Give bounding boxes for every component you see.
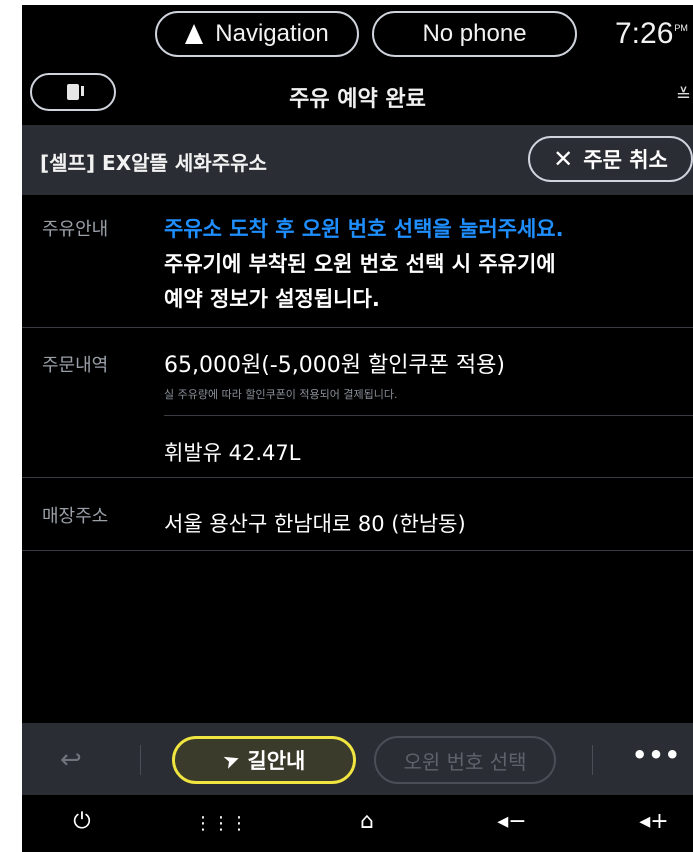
clock-time: 7:26 [615,17,674,50]
power-icon[interactable]: ⏻ [62,809,102,834]
station-header: [셀프] EX알뜰 세화주유소 ✕ 주문 취소 [22,125,693,195]
fuel-guide-line-2: 주유기에 부착된 오윈 번호 선택 시 주유기에 [164,252,556,276]
volume-down-icon[interactable]: ◂− [492,809,532,834]
route-guide-button[interactable]: ➤ 길안내 [172,736,356,784]
navigation-button[interactable]: Navigation [155,11,359,57]
divider [164,415,693,416]
divider [22,550,693,551]
system-bar: ⏻ ⋮⋮⋮ ⌂ ◂− ◂+ [22,795,693,852]
fuel-guide-label: 주유안내 [42,219,109,240]
cancel-order-button[interactable]: ✕ 주문 취소 [528,136,693,182]
clock-suffix: PM [674,23,688,33]
menu-edge-icon[interactable]: ≚ [676,85,691,106]
divider [592,745,593,775]
back-icon[interactable]: ↩ [60,745,82,775]
divider [22,327,693,328]
address-value: 서울 용산구 한남대로 80 (한남동) [164,512,466,536]
title-bar: 주유 예약 완료 ≚ [22,65,693,123]
pump-number-select-button[interactable]: 오윈 번호 선택 [374,736,556,784]
more-options-button[interactable]: ••• [632,741,681,769]
clock: 7:26PM [615,17,688,51]
divider [140,745,141,775]
navigation-arrow-icon: ➤ [219,745,243,775]
divider [22,477,693,478]
navigation-label: Navigation [215,20,329,47]
order-fuel: 휘발유 42.47L [164,441,301,465]
order-amount: 65,000원(-5,000원 할인쿠폰 적용) [164,353,505,378]
action-bar: ↩ ➤ 길안내 오윈 번호 선택 ••• [22,723,693,795]
status-bar: Navigation No phone 7:26PM [22,5,693,62]
address-label: 매장주소 [42,506,109,527]
apps-grid-icon[interactable]: ⋮⋮⋮ [194,813,248,834]
navigation-arrow-icon [185,24,204,44]
route-guide-label: 길안내 [247,749,306,773]
fuel-guide-line-1: 주유소 도착 후 오윈 번호 선택을 눌러주세요. [164,217,564,241]
phone-button[interactable]: No phone [372,11,577,57]
volume-up-icon[interactable]: ◂+ [634,809,674,834]
screen: Navigation No phone 7:26PM 주유 예약 완료 ≚ [셀… [22,5,693,852]
page-title: 주유 예약 완료 [289,87,426,112]
station-name: [셀프] EX알뜰 세화주유소 [40,151,267,175]
cancel-order-label: 주문 취소 [583,148,668,172]
close-icon: ✕ [553,145,574,173]
fuel-guide-line-3: 예약 정보가 설정됩니다. [164,287,380,311]
order-label: 주문내역 [42,355,109,376]
order-note: 실 주유량에 따라 할인쿠폰이 적용되어 결제됩니다. [164,388,398,401]
phone-label: No phone [422,20,527,47]
home-icon[interactable]: ⌂ [347,809,387,834]
pump-number-select-label: 오윈 번호 선택 [403,749,527,774]
